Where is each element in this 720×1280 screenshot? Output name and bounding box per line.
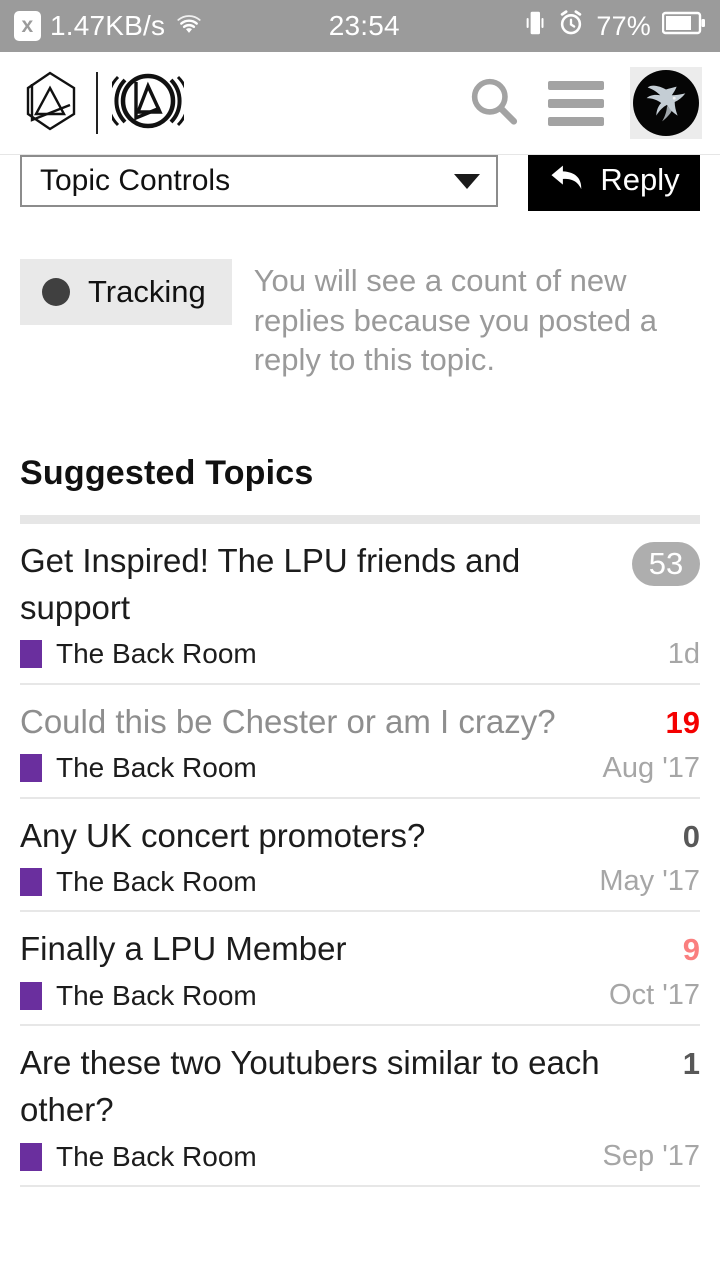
app-header [0,52,720,155]
category-color-swatch [20,754,42,783]
reply-button-label: Reply [600,162,680,197]
topic-main: Could this be Chester or am I crazy? 19 [20,699,700,746]
page-content: Topic Controls Reply Tracking You will s… [0,149,720,1188]
notification-level-label: Tracking [88,274,206,309]
topic-controls-select[interactable]: Topic Controls [20,155,498,207]
notification-description: You will see a count of new replies beca… [253,263,657,378]
category-name: The Back Room [56,1140,257,1172]
download-badge-icon: x [14,11,41,41]
topic-main: Any UK concert promoters? 0 [20,813,700,860]
chevron-down-icon [454,173,480,189]
topic-category[interactable]: The Back Room [20,638,668,670]
topic-title[interactable]: Any UK concert promoters? [20,813,616,860]
topic-row[interactable]: Any UK concert promoters? 0 The Back Roo… [20,799,700,913]
search-icon[interactable] [466,73,522,134]
wifi-icon [174,9,204,44]
topic-age: Sep '17 [602,1140,700,1173]
site-logo[interactable] [18,68,190,139]
topic-row[interactable]: Are these two Youtubers similar to each … [20,1026,700,1188]
suggested-topics-list: Get Inspired! The LPU friends and suppor… [20,524,700,1188]
category-color-swatch [20,867,42,896]
category-color-swatch [20,1142,42,1171]
topic-main: Finally a LPU Member 9 [20,926,700,973]
battery-icon [661,10,706,43]
logo-divider [96,72,98,134]
topic-category[interactable]: The Back Room [20,980,609,1012]
section-divider [20,515,700,525]
category-color-swatch [20,981,42,1010]
category-name: The Back Room [56,752,257,784]
notification-level-button[interactable]: Tracking [20,259,232,325]
status-bar-left: x 1.47KB/s [14,9,204,44]
topic-reply-count: 0 [682,818,700,854]
status-bar-clock: 23:54 [328,10,400,41]
topic-row[interactable]: Get Inspired! The LPU friends and suppor… [20,524,700,685]
topic-age: May '17 [599,865,700,898]
topic-title[interactable]: Finally a LPU Member [20,926,616,973]
topic-reply-count: 53 [632,542,700,587]
status-bar-right: 77% [524,8,706,45]
header-actions [466,67,702,139]
topic-age: Aug '17 [602,751,700,784]
hamburger-menu-icon[interactable] [548,80,604,126]
filled-circle-icon [42,278,70,306]
topic-category[interactable]: The Back Room [20,866,599,898]
category-name: The Back Room [56,979,257,1011]
linkin-park-circle-logo-icon [106,68,190,139]
topic-controls-label: Topic Controls [40,164,231,197]
category-color-swatch [20,640,42,669]
avatar-bird-icon [633,70,699,136]
topic-meta: The Back Room Oct '17 [20,979,700,1012]
hamburger-bar [548,116,604,126]
notification-level-row: Tracking You will see a count of new rep… [20,259,700,380]
reply-button[interactable]: Reply [528,149,700,211]
topic-reply-count: 1 [682,1046,700,1082]
alarm-clock-icon [557,9,585,44]
topic-row[interactable]: Could this be Chester or am I crazy? 19 … [20,685,700,799]
topic-age: 1d [667,637,700,670]
suggested-topics-heading: Suggested Topics [20,454,314,493]
user-avatar[interactable] [630,67,702,139]
category-name: The Back Room [56,638,257,670]
status-bar: x 1.47KB/s 23:54 77% [0,0,720,52]
topic-meta: The Back Room 1d [20,638,700,671]
battery-percent-label: 77% [596,10,651,41]
topic-category[interactable]: The Back Room [20,752,603,784]
topic-row[interactable]: Finally a LPU Member 9 The Back Room Oct… [20,912,700,1027]
topic-age: Oct '17 [609,979,700,1012]
topic-title[interactable]: Are these two Youtubers similar to each … [20,1040,616,1134]
reply-arrow-icon [548,162,586,199]
topic-category[interactable]: The Back Room [20,1141,603,1173]
topic-actions-row: Topic Controls Reply [20,149,700,211]
vibrate-icon [524,8,546,45]
linkin-park-hex-logo-icon [18,68,82,139]
topic-reply-count: 19 [665,704,700,740]
topic-main: Are these two Youtubers similar to each … [20,1040,700,1134]
topic-reply-count: 9 [682,932,700,968]
topic-title[interactable]: Get Inspired! The LPU friends and suppor… [20,538,616,632]
hamburger-bar [548,98,604,108]
topic-title[interactable]: Could this be Chester or am I crazy? [20,699,616,746]
topic-meta: The Back Room Aug '17 [20,752,700,785]
topic-meta: The Back Room Sep '17 [20,1140,700,1173]
hamburger-bar [548,80,604,90]
topic-main: Get Inspired! The LPU friends and suppor… [20,538,700,632]
category-name: The Back Room [56,865,257,897]
network-speed-label: 1.47KB/s [50,10,166,41]
topic-meta: The Back Room May '17 [20,865,700,898]
